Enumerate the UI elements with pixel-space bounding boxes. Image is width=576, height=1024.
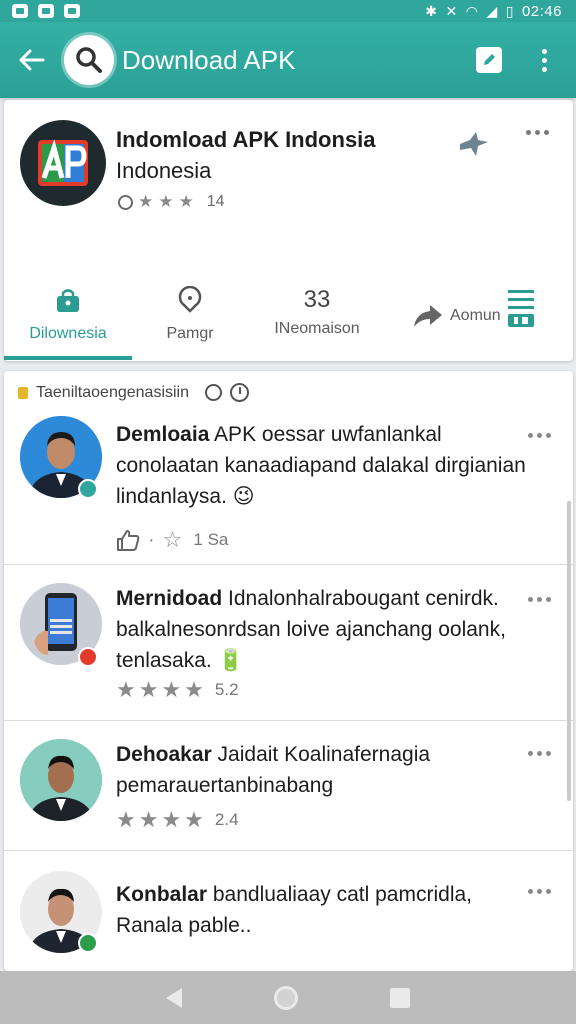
review-more-button[interactable] (528, 751, 551, 756)
arrow-back-icon (19, 49, 45, 71)
bag-icon (57, 289, 79, 312)
tab-pamgr[interactable]: Pamgr (142, 278, 238, 361)
tab-information[interactable]: 33 INeomaison (256, 278, 378, 361)
review-text: Mernidoad Idnalonhalrabougant cenirdk. b… (116, 587, 506, 672)
reviews-card: Taeniltaoengenasisiin Demloaia APK oessa… (4, 371, 573, 971)
status-badge (78, 647, 98, 667)
review-text: Demloaia APK oessar uwfanlankal conolaat… (116, 423, 526, 508)
share-arrow-icon (414, 305, 442, 327)
search-icon (76, 47, 102, 73)
star-icon: ★ (158, 192, 174, 211)
app-name: Indomload APK Indonsia Indonesia (116, 127, 376, 183)
pin-button[interactable] (456, 130, 492, 158)
review-item[interactable]: Demloaia APK oessar uwfanlankal conolaat… (4, 411, 573, 565)
rating-stars: ★★★★ (116, 807, 207, 832)
review-more-button[interactable] (528, 597, 551, 602)
review-meta: ★★★★ 2.4 (116, 807, 239, 832)
scrollbar[interactable] (567, 501, 571, 801)
app-logo (20, 120, 106, 206)
battery-icon: ▯ (505, 2, 514, 19)
nav-back-icon[interactable] (166, 987, 182, 1008)
status-badge (78, 933, 98, 953)
star-outline-icon[interactable]: ☆ (163, 527, 186, 553)
pin-location-icon (178, 285, 202, 313)
tab-indonesia[interactable]: Dilownesia (12, 278, 124, 361)
avatar[interactable] (20, 739, 102, 821)
review-text: Konbalar bandlualiaay catl pamcridla, Ra… (116, 883, 472, 937)
sync-icon[interactable] (205, 384, 222, 401)
page-title: Download APK (122, 44, 296, 75)
signal-icon: ◢ (486, 2, 498, 19)
edit-button[interactable] (476, 47, 502, 73)
nav-recent-apps-icon[interactable] (390, 987, 410, 1008)
star-icon: ★ (178, 192, 194, 211)
wifi-icon: ◠ (465, 2, 479, 19)
mute-icon: ✕ (445, 2, 458, 19)
bluetooth-icon: ✱ (425, 2, 438, 19)
app-bar: Download APK (0, 22, 576, 98)
review-item[interactable]: Dehoakar Jaidait Koalinafernagia pemarau… (4, 721, 573, 851)
notification-icon (12, 4, 28, 18)
menu-icon (507, 290, 534, 327)
clock-icon[interactable] (230, 383, 249, 402)
thumbs-up-icon[interactable] (116, 529, 140, 551)
battery-emoji: 🔋 (217, 649, 244, 672)
lock-icon (18, 386, 28, 399)
overflow-menu-button[interactable] (532, 48, 556, 72)
clock: 02:46 (521, 2, 562, 20)
notification-icon (38, 4, 54, 18)
verified-badge (78, 479, 98, 499)
info-icon (118, 194, 133, 210)
rating-count: 14 (206, 193, 225, 210)
star-icon: ★ (138, 192, 154, 211)
card-more-button[interactable] (526, 130, 549, 135)
rating-stars: ★★★★ (116, 677, 207, 702)
plane-icon (460, 132, 488, 156)
review-more-button[interactable] (528, 889, 551, 894)
tab-indicator (4, 356, 132, 360)
navigation-bar (0, 971, 576, 1024)
app-rating: ★ ★ ★ 14 (118, 192, 225, 212)
tab-aomun[interactable]: Aomun (410, 278, 562, 361)
notification-icon (64, 4, 80, 18)
back-button[interactable] (0, 22, 64, 98)
review-text: Dehoakar Jaidait Koalinafernagia pemarau… (116, 743, 431, 797)
review-item[interactable]: Mernidoad Idnalonhalrabougant cenirdk. b… (4, 565, 573, 721)
nav-home-icon[interactable] (274, 985, 298, 1010)
status-bar: ✱ ✕ ◠ ◢ ▯ 02:46 (0, 0, 576, 22)
wink-emoji: 😉 (232, 485, 255, 508)
review-item[interactable]: Konbalar bandlualiaay catl pamcridla, Ra… (4, 851, 573, 971)
review-meta: ★★★★ 5.2 (116, 677, 239, 702)
search-button[interactable] (64, 35, 114, 85)
review-meta: · ☆ 1 Sa (116, 527, 228, 553)
tab-bar: Dilownesia Pamgr 33 INeomaison Aomun (4, 278, 573, 361)
review-more-button[interactable] (528, 433, 551, 438)
reviews-header: Taeniltaoengenasisiin (18, 383, 249, 402)
app-card: Indomload APK Indonsia Indonesia ★ ★ ★ 1… (4, 100, 573, 361)
edit-icon (484, 54, 495, 65)
